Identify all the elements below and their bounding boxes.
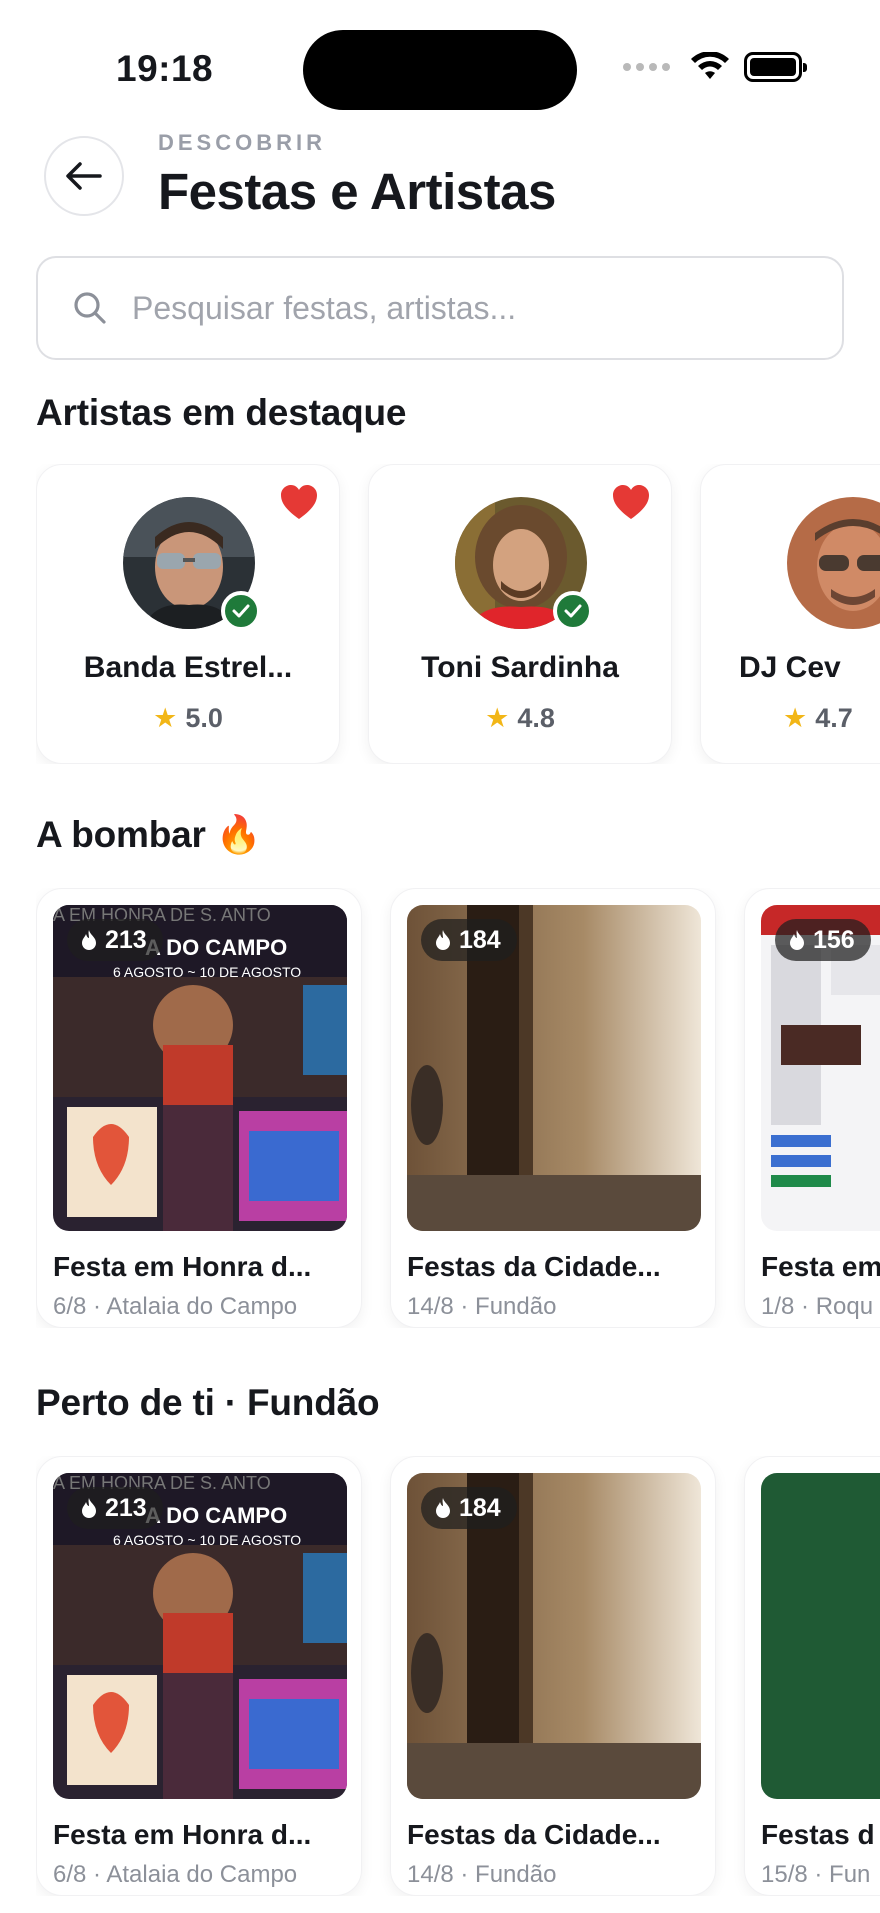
event-poster-image: A DO CAMPO 6 AGOSTO ~ 10 DE AGOSTO A EM … bbox=[53, 1473, 347, 1799]
hot-count: 213 bbox=[105, 1493, 147, 1522]
star-icon: ★ bbox=[783, 703, 808, 733]
event-poster-image bbox=[761, 1473, 880, 1799]
battery-icon bbox=[744, 52, 807, 82]
section-title-featured-artists: Artistas em destaque bbox=[36, 392, 407, 433]
flame-icon bbox=[436, 930, 450, 950]
event-card[interactable]: 184 Festas da Cidade... 14/8 · Fundão bbox=[390, 1456, 716, 1896]
featured-artists-carousel[interactable]: Banda Estrel... ★ 5.0 Toni Sardinha ★ 4.8 bbox=[36, 464, 880, 764]
favorite-heart-icon[interactable] bbox=[279, 483, 319, 521]
event-poster-image: 184 bbox=[407, 905, 701, 1231]
cellular-signal-icon bbox=[623, 63, 670, 71]
artist-avatar bbox=[787, 497, 880, 629]
event-title: Festa em Honra d... bbox=[53, 1819, 312, 1850]
page-title: Festas e Artistas bbox=[158, 163, 556, 220]
section-title-trending: A bombar 🔥 bbox=[36, 814, 262, 855]
artist-rating: ★ 4.8 bbox=[369, 703, 671, 734]
status-icons bbox=[623, 52, 807, 82]
artist-rating: ★ 4.7 bbox=[701, 703, 880, 734]
event-card[interactable]: A DO CAMPO 6 AGOSTO ~ 10 DE AGOSTO A EM … bbox=[36, 888, 362, 1328]
flame-icon bbox=[436, 1498, 450, 1518]
rating-value: 4.7 bbox=[815, 703, 853, 733]
artist-rating: ★ 5.0 bbox=[37, 703, 339, 734]
svg-text:A DO CAMPO: A DO CAMPO bbox=[145, 935, 287, 960]
event-card[interactable]: A DO CAMPO 6 AGOSTO ~ 10 DE AGOSTO A EM … bbox=[36, 1456, 362, 1896]
trending-carousel[interactable]: A DO CAMPO 6 AGOSTO ~ 10 DE AGOSTO A EM … bbox=[36, 888, 880, 1328]
hot-badge: 156 bbox=[775, 919, 871, 961]
hot-badge: 184 bbox=[421, 919, 517, 961]
event-card[interactable]: 184 Festas da Cidade... 14/8 · Fundão bbox=[390, 888, 716, 1328]
hot-badge: 184 bbox=[421, 1487, 517, 1529]
hot-count: 184 bbox=[459, 1493, 501, 1522]
search-icon bbox=[74, 292, 106, 324]
artist-card[interactable]: Banda Estrel... ★ 5.0 bbox=[36, 464, 340, 764]
event-poster-image: 184 bbox=[407, 1473, 701, 1799]
svg-text:6 AGOSTO ~ 10 DE AGOSTO: 6 AGOSTO ~ 10 DE AGOSTO bbox=[113, 964, 301, 980]
artist-name: Banda Estrel... bbox=[83, 651, 293, 684]
event-meta: 15/8 · Fun bbox=[761, 1861, 871, 1888]
event-title: Festas d bbox=[761, 1819, 875, 1850]
search-bar[interactable] bbox=[36, 256, 844, 360]
hot-count: 184 bbox=[459, 925, 501, 954]
event-meta: 14/8 · Fundão bbox=[407, 1293, 557, 1320]
hot-count: 213 bbox=[105, 925, 147, 954]
verified-badge-icon bbox=[221, 591, 261, 631]
dynamic-island bbox=[303, 30, 577, 110]
hot-badge: 213 bbox=[67, 919, 163, 961]
star-icon: ★ bbox=[485, 703, 510, 733]
flame-icon bbox=[790, 930, 804, 950]
artist-name: DJ Cev bbox=[701, 651, 880, 685]
artist-card[interactable]: DJ Cev ★ 4.7 bbox=[700, 464, 880, 764]
event-meta: 1/8 · Roqu bbox=[761, 1293, 874, 1320]
arrow-left-icon bbox=[66, 162, 102, 190]
wifi-icon bbox=[691, 52, 729, 79]
svg-text:A DO CAMPO: A DO CAMPO bbox=[145, 1503, 287, 1528]
event-title: Festas da Cidade... bbox=[407, 1251, 661, 1282]
event-meta: 6/8 · Atalaia do Campo bbox=[53, 1861, 298, 1888]
event-meta: 6/8 · Atalaia do Campo bbox=[53, 1293, 298, 1320]
event-card[interactable]: Festas d 15/8 · Fun bbox=[744, 1456, 880, 1896]
event-title: Festa em Honra d... bbox=[53, 1251, 312, 1282]
event-card[interactable]: 156 Festa em 1/8 · Roqu bbox=[744, 888, 880, 1328]
star-icon: ★ bbox=[153, 703, 178, 733]
page-eyebrow: DESCOBRIR bbox=[158, 130, 327, 155]
flame-icon bbox=[82, 1498, 96, 1518]
artist-name: Toni Sardinha bbox=[421, 651, 619, 684]
hot-count: 156 bbox=[813, 925, 855, 954]
hot-badge: 213 bbox=[67, 1487, 163, 1529]
flame-icon bbox=[82, 930, 96, 950]
event-meta: 14/8 · Fundão bbox=[407, 1861, 557, 1888]
artist-name-text: DJ Cev bbox=[739, 651, 841, 684]
event-title: Festas da Cidade... bbox=[407, 1819, 661, 1850]
rating-value: 4.8 bbox=[517, 703, 555, 733]
search-input[interactable] bbox=[132, 289, 772, 327]
status-time: 19:18 bbox=[116, 48, 214, 89]
event-title: Festa em bbox=[761, 1251, 880, 1282]
nearby-carousel[interactable]: A DO CAMPO 6 AGOSTO ~ 10 DE AGOSTO A EM … bbox=[36, 1456, 880, 1896]
back-button[interactable] bbox=[44, 136, 124, 216]
verified-badge-icon bbox=[553, 591, 593, 631]
artist-card[interactable]: Toni Sardinha ★ 4.8 bbox=[368, 464, 672, 764]
svg-text:6 AGOSTO ~ 10 DE AGOSTO: 6 AGOSTO ~ 10 DE AGOSTO bbox=[113, 1532, 301, 1548]
section-title-nearby: Perto de ti · Fundão bbox=[36, 1382, 380, 1423]
rating-value: 5.0 bbox=[185, 703, 223, 733]
event-poster-image: 156 bbox=[761, 905, 880, 1231]
favorite-heart-icon[interactable] bbox=[611, 483, 651, 521]
event-poster-image: A DO CAMPO 6 AGOSTO ~ 10 DE AGOSTO A EM … bbox=[53, 905, 347, 1231]
